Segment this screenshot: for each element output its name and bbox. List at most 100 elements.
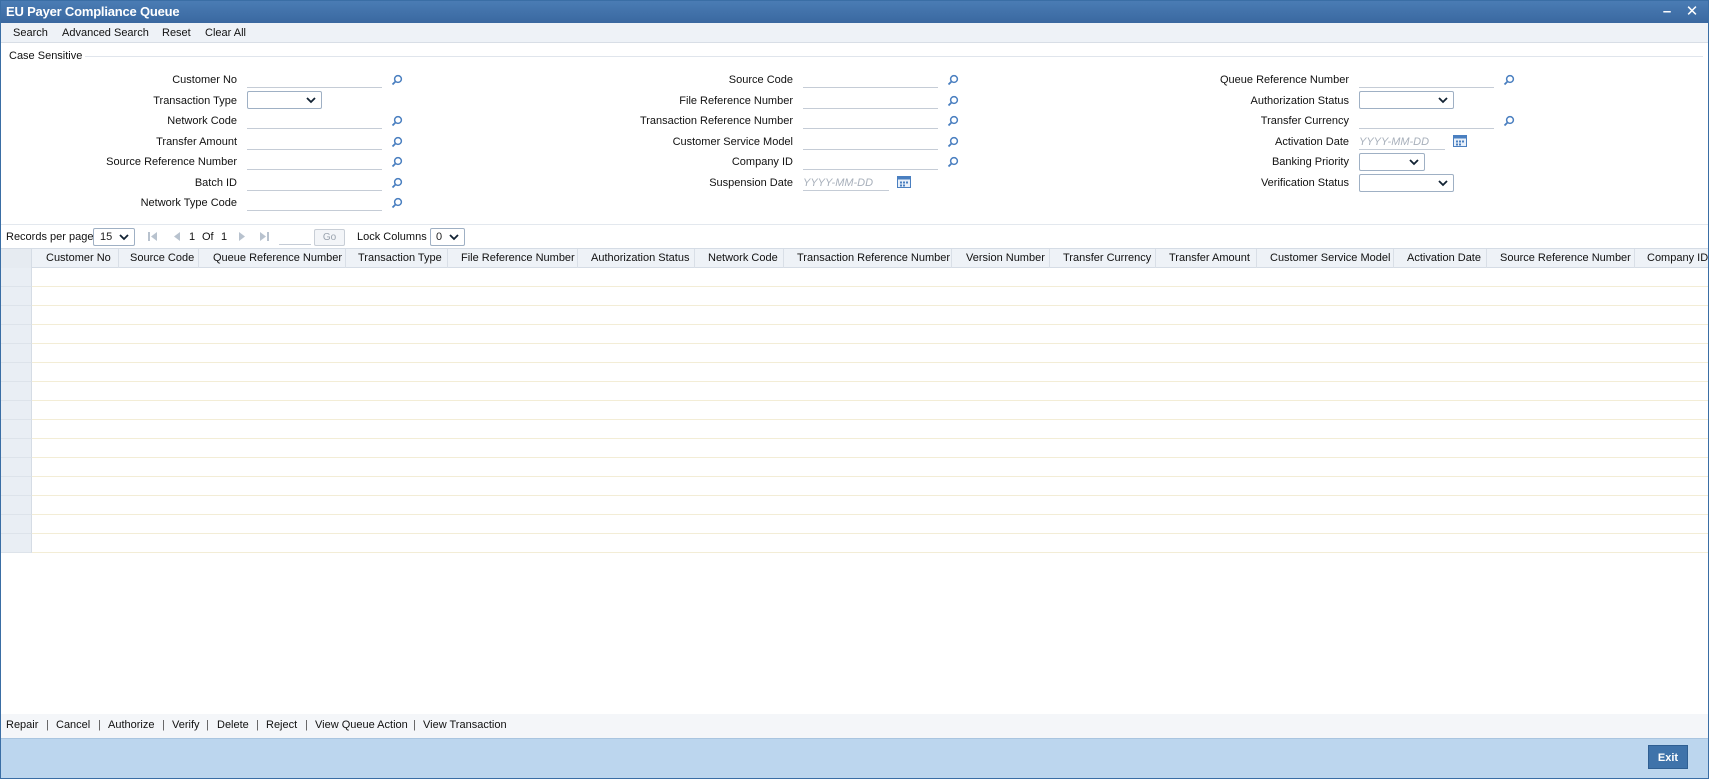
search-icon[interactable] xyxy=(947,115,959,127)
search-icon[interactable] xyxy=(391,136,403,148)
source-reference-number-input[interactable] xyxy=(247,154,382,170)
row-select-cell[interactable] xyxy=(1,363,32,382)
search-icon[interactable] xyxy=(947,136,959,148)
row-select-cell[interactable] xyxy=(1,287,32,306)
row-select-cell[interactable] xyxy=(1,401,32,420)
repair-button[interactable]: Repair xyxy=(6,719,38,731)
delete-button[interactable]: Delete xyxy=(217,719,249,731)
calendar-icon[interactable] xyxy=(897,176,911,188)
authorization-status-select[interactable] xyxy=(1359,91,1454,109)
previous-page-icon[interactable] xyxy=(172,231,182,242)
exit-button[interactable]: Exit xyxy=(1648,745,1688,769)
file-reference-number-input[interactable] xyxy=(803,93,938,109)
search-icon[interactable] xyxy=(391,197,403,209)
queue-reference-number-input[interactable] xyxy=(1359,72,1494,88)
table-row[interactable] xyxy=(1,363,1708,382)
row-select-cell[interactable] xyxy=(1,477,32,496)
column-header[interactable]: Queue Reference Number xyxy=(213,252,342,264)
authorize-button[interactable]: Authorize xyxy=(108,719,154,731)
reset-button[interactable]: Reset xyxy=(162,27,191,39)
table-row[interactable] xyxy=(1,287,1708,306)
view-queue-action-button[interactable]: View Queue Action xyxy=(315,719,408,731)
view-transaction-button[interactable]: View Transaction xyxy=(423,719,507,731)
column-header[interactable]: Source Code xyxy=(130,252,194,264)
customer-service-model-input[interactable] xyxy=(803,134,938,150)
table-row[interactable] xyxy=(1,458,1708,477)
batch-id-input[interactable] xyxy=(247,175,382,191)
table-row[interactable] xyxy=(1,306,1708,325)
row-select-cell[interactable] xyxy=(1,325,32,344)
row-select-cell[interactable] xyxy=(1,344,32,363)
column-header[interactable]: File Reference Number xyxy=(461,252,575,264)
row-select-cell[interactable] xyxy=(1,496,32,515)
column-header[interactable]: Customer No xyxy=(46,252,111,264)
table-row[interactable] xyxy=(1,515,1708,534)
search-icon[interactable] xyxy=(391,115,403,127)
search-icon[interactable] xyxy=(1503,74,1515,86)
source-code-input[interactable] xyxy=(803,72,938,88)
column-header[interactable]: Source Reference Number xyxy=(1500,252,1631,264)
lock-columns-select[interactable]: 0 xyxy=(430,228,465,246)
table-row[interactable] xyxy=(1,534,1708,553)
close-icon[interactable]: ✕ xyxy=(1682,2,1702,22)
next-page-icon[interactable] xyxy=(237,231,247,242)
search-icon[interactable] xyxy=(391,177,403,189)
activation-date-input[interactable] xyxy=(1359,134,1445,150)
table-row[interactable] xyxy=(1,401,1708,420)
verification-status-select[interactable] xyxy=(1359,174,1454,192)
search-icon[interactable] xyxy=(391,156,403,168)
cancel-button[interactable]: Cancel xyxy=(56,719,90,731)
minimize-icon[interactable]: – xyxy=(1657,2,1677,22)
transaction-reference-number-input[interactable] xyxy=(803,113,938,129)
row-select-cell[interactable] xyxy=(1,534,32,553)
table-row[interactable] xyxy=(1,420,1708,439)
column-header[interactable]: Authorization Status xyxy=(591,252,689,264)
transfer-amount-input[interactable] xyxy=(247,134,382,150)
transaction-type-select[interactable] xyxy=(247,91,322,109)
table-row[interactable] xyxy=(1,325,1708,344)
column-header[interactable]: Transfer Currency xyxy=(1063,252,1151,264)
first-page-icon[interactable] xyxy=(148,231,158,242)
row-select-cell[interactable] xyxy=(1,420,32,439)
network-type-code-input[interactable] xyxy=(247,195,382,211)
row-select-cell[interactable] xyxy=(1,458,32,477)
page-number-input[interactable] xyxy=(279,229,311,245)
column-header[interactable]: Company ID xyxy=(1647,252,1708,264)
company-id-input[interactable] xyxy=(803,154,938,170)
table-row[interactable] xyxy=(1,382,1708,401)
table-row[interactable] xyxy=(1,344,1708,363)
table-row[interactable] xyxy=(1,477,1708,496)
verify-button[interactable]: Verify xyxy=(172,719,200,731)
row-select-cell[interactable] xyxy=(1,382,32,401)
advanced-search-button[interactable]: Advanced Search xyxy=(62,27,149,39)
table-row[interactable] xyxy=(1,496,1708,515)
banking-priority-select[interactable] xyxy=(1359,153,1425,171)
search-icon[interactable] xyxy=(391,74,403,86)
search-icon[interactable] xyxy=(947,156,959,168)
suspension-date-input[interactable] xyxy=(803,175,889,191)
column-header[interactable]: Transfer Amount xyxy=(1169,252,1250,264)
row-select-cell[interactable] xyxy=(1,306,32,325)
customer-no-input[interactable] xyxy=(247,72,382,88)
calendar-icon[interactable] xyxy=(1453,135,1467,147)
column-header[interactable]: Customer Service Model xyxy=(1270,252,1390,264)
search-button[interactable]: Search xyxy=(13,27,48,39)
column-header[interactable]: Activation Date xyxy=(1407,252,1481,264)
go-button[interactable]: Go xyxy=(314,229,345,246)
column-header[interactable]: Version Number xyxy=(966,252,1045,264)
last-page-icon[interactable] xyxy=(259,231,269,242)
search-icon[interactable] xyxy=(947,95,959,107)
network-code-input[interactable] xyxy=(247,113,382,129)
reject-button[interactable]: Reject xyxy=(266,719,297,731)
row-select-cell[interactable] xyxy=(1,439,32,458)
clear-all-button[interactable]: Clear All xyxy=(205,27,246,39)
column-header[interactable]: Network Code xyxy=(708,252,778,264)
transfer-currency-input[interactable] xyxy=(1359,113,1494,129)
search-icon[interactable] xyxy=(947,74,959,86)
search-icon[interactable] xyxy=(1503,115,1515,127)
row-select-cell[interactable] xyxy=(1,515,32,534)
column-header[interactable]: Transaction Reference Number xyxy=(797,252,950,264)
table-row[interactable] xyxy=(1,439,1708,458)
table-row[interactable] xyxy=(1,268,1708,287)
select-all-cell[interactable] xyxy=(1,249,32,268)
